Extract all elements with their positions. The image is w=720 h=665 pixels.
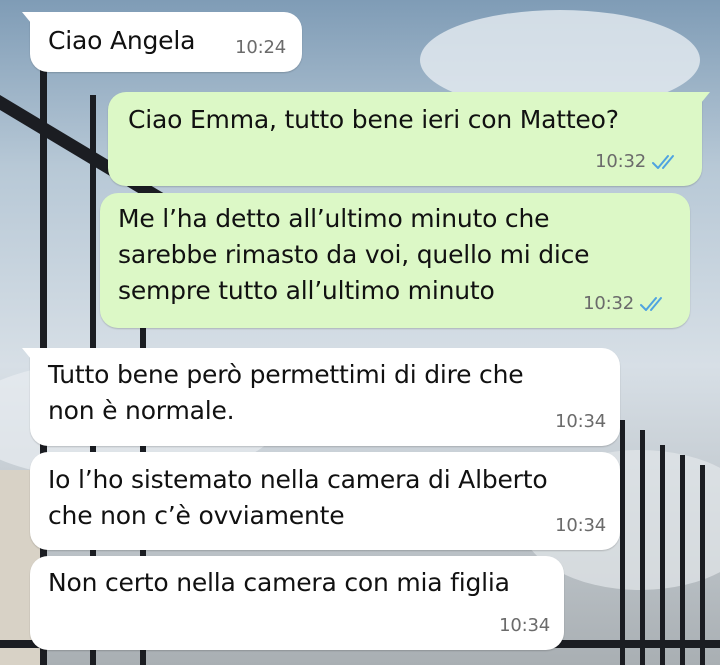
timestamp: 10:34: [499, 615, 550, 636]
message-text: Ciao Angela: [48, 26, 196, 55]
message-text: Io l’ho sistemato nella camera di Albert…: [48, 465, 548, 530]
message-bubble-incoming[interactable]: Io l’ho sistemato nella camera di Albert…: [30, 452, 620, 550]
timestamp: 10:34: [555, 411, 606, 432]
timestamp: 10:32: [583, 293, 634, 314]
timestamp: 10:24: [235, 37, 286, 58]
message-text: Tutto bene però permettimi di dire che n…: [48, 360, 524, 425]
message-time: 10:34: [499, 608, 550, 644]
message-bubble-incoming[interactable]: Non certo nella camera con mia figlia 10…: [30, 556, 564, 650]
message-bubble-outgoing[interactable]: Ciao Emma, tutto bene ieri con Matteo? 1…: [108, 92, 710, 186]
message-bubble-incoming[interactable]: Tutto bene però permettimi di dire che n…: [22, 348, 620, 446]
double-check-read-icon: [640, 297, 662, 311]
message-bubble-outgoing[interactable]: Me l’ha detto all’ultimo minuto che sare…: [100, 193, 690, 328]
message-text: Me l’ha detto all’ultimo minuto che sare…: [118, 204, 590, 305]
message-time: 10:34: [555, 508, 606, 544]
message-time: 10:24: [235, 30, 286, 66]
double-check-read-icon: [652, 155, 674, 169]
message-text: Non certo nella camera con mia figlia: [48, 568, 510, 597]
message-bubble-incoming[interactable]: Ciao Angela 10:24: [22, 12, 302, 72]
message-meta: 10:32: [583, 286, 668, 322]
message-time: 10:34: [555, 404, 606, 440]
timestamp: 10:34: [555, 515, 606, 536]
timestamp: 10:32: [595, 151, 646, 172]
message-meta: 10:32: [595, 144, 680, 180]
message-text: Ciao Emma, tutto bene ieri con Matteo?: [128, 105, 619, 134]
